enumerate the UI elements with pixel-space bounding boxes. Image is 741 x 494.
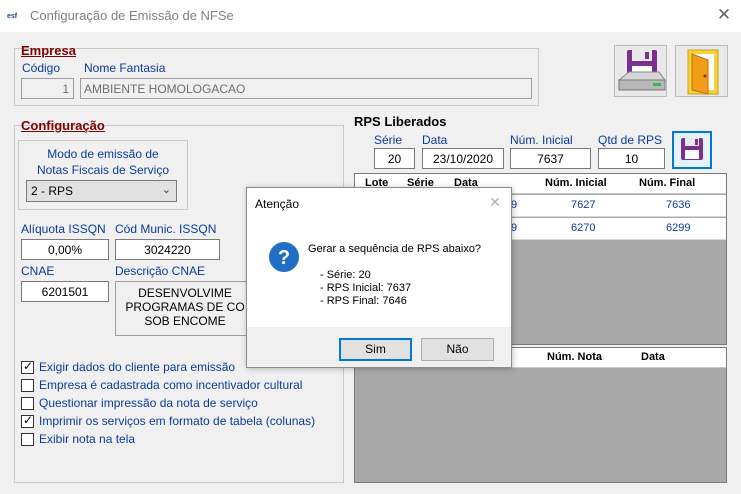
question-icon: ? xyxy=(269,242,299,272)
checkbox-box[interactable] xyxy=(21,379,34,392)
modo-label-line1: Modo de emissão de xyxy=(47,147,159,161)
dialog-question: Gerar a sequência de RPS abaixo? xyxy=(308,243,482,255)
fantasia-label: Nome Fantasia xyxy=(84,61,166,75)
checkbox-imprimir-tabela[interactable]: ✓ Imprimir os serviços em formato de tab… xyxy=(21,413,341,430)
descricao-line1: DESENVOLVIME xyxy=(138,286,232,300)
dialog-line-inicial: - RPS Inicial: 7637 xyxy=(320,282,412,294)
confirm-dialog: Atenção ✕ ? Gerar a sequência de RPS aba… xyxy=(246,187,512,368)
app-logo-icon: esf xyxy=(7,13,18,19)
no-button[interactable]: Não xyxy=(421,338,494,361)
chevron-down-icon: ⌄ xyxy=(161,184,171,196)
num-inicial-label: Núm. Inicial xyxy=(510,133,573,147)
descricao-line3: SOB ENCOME xyxy=(144,314,226,328)
modo-select-value: 2 - RPS xyxy=(31,184,74,198)
window-title: Configuração de Emissão de NFSe xyxy=(30,8,234,23)
check-icon: ✓ xyxy=(23,359,34,373)
exit-door-icon xyxy=(687,49,719,95)
dialog-footer: Sim Não xyxy=(247,327,511,367)
rps-title: RPS Liberados xyxy=(354,114,447,129)
data-label: Data xyxy=(422,133,448,147)
fantasia-field[interactable]: AMBIENTE HOMOLOGACAO xyxy=(80,78,532,99)
yes-button[interactable]: Sim xyxy=(339,338,412,361)
svg-text:?: ? xyxy=(278,247,290,269)
checkbox-exibir-nota[interactable]: Exibir nota na tela xyxy=(21,432,341,448)
dialog-title: Atenção xyxy=(255,197,300,211)
serie-field[interactable]: 20 xyxy=(374,148,415,169)
dialog-line-serie: - Série: 20 xyxy=(320,269,371,281)
cnae-label: CNAE xyxy=(21,264,55,278)
modo-select[interactable]: 2 - RPS ⌄ xyxy=(26,180,177,202)
check-icon: ✓ xyxy=(23,413,34,427)
col-num-inicial: Núm. Inicial xyxy=(545,177,607,189)
checkbox-label: Imprimir os serviços em formato de tabel… xyxy=(39,414,316,428)
qtd-rps-label: Qtd de RPS xyxy=(598,133,663,147)
save-rps-button[interactable] xyxy=(672,131,712,169)
checkbox-box[interactable]: ✓ xyxy=(21,413,34,428)
cod-munic-label: Cód Munic. ISSQN xyxy=(115,222,217,236)
descricao-cnae-field[interactable]: DESENVOLVIME PROGRAMAS DE CO SOB ENCOME xyxy=(115,281,255,336)
checkbox-label: Empresa é cadastrada como incentivador c… xyxy=(39,378,303,392)
save-button[interactable] xyxy=(614,45,667,97)
checkbox-label: Questionar impressão da nota de serviço xyxy=(39,396,258,410)
descricao-cnae-label: Descrição CNAE xyxy=(115,264,206,278)
descricao-line2: PROGRAMAS DE CO xyxy=(125,300,245,314)
num-inicial-field[interactable]: 7637 xyxy=(510,148,591,169)
codigo-field[interactable]: 1 xyxy=(21,78,74,99)
close-icon[interactable]: ✕ xyxy=(712,4,736,26)
exit-button[interactable] xyxy=(675,45,728,97)
close-icon[interactable]: ✕ xyxy=(485,192,505,212)
checkbox-box[interactable]: ✓ xyxy=(21,359,34,374)
aliquota-label: Alíquota ISSQN xyxy=(21,222,106,236)
serie-label: Série xyxy=(374,133,403,147)
aliquota-field[interactable]: 0,00% xyxy=(21,239,109,260)
configuracao-title: Configuração xyxy=(21,118,105,133)
cod-munic-field[interactable]: 3024220 xyxy=(115,239,220,260)
checkbox-label: Exigir dados do cliente para emissão xyxy=(39,360,236,374)
modo-label-line2: Notas Fiscais de Serviço xyxy=(36,163,170,177)
checkbox-questionar-impressao[interactable]: Questionar impressão da nota de serviço xyxy=(21,396,341,412)
checkbox-incentivador-cultural[interactable]: Empresa é cadastrada como incentivador c… xyxy=(21,378,341,394)
data-field[interactable]: 23/10/2020 xyxy=(422,148,504,169)
col-num-final: Núm. Final xyxy=(639,177,696,189)
cell-final: 7636 xyxy=(666,199,691,211)
svg-text:esf: esf xyxy=(7,13,18,19)
qtd-rps-field[interactable]: 10 xyxy=(598,148,665,169)
checkbox-label: Exibir nota na tela xyxy=(39,432,136,446)
floppy-save-icon xyxy=(681,138,703,160)
cell-inicial: 6270 xyxy=(571,222,596,234)
checkbox-box[interactable] xyxy=(21,397,34,410)
col-data: Data xyxy=(641,351,665,363)
dialog-line-final: - RPS Final: 7646 xyxy=(320,295,407,307)
codigo-label: Código xyxy=(22,61,61,75)
cell-inicial: 7627 xyxy=(571,199,596,211)
checkbox-box[interactable] xyxy=(21,433,34,446)
empresa-title: Empresa xyxy=(21,43,76,58)
cell-final: 6299 xyxy=(666,222,691,234)
col-num-nota: Núm. Nota xyxy=(547,351,602,363)
cnae-field[interactable]: 6201501 xyxy=(21,281,109,302)
floppy-save-icon xyxy=(617,50,666,91)
